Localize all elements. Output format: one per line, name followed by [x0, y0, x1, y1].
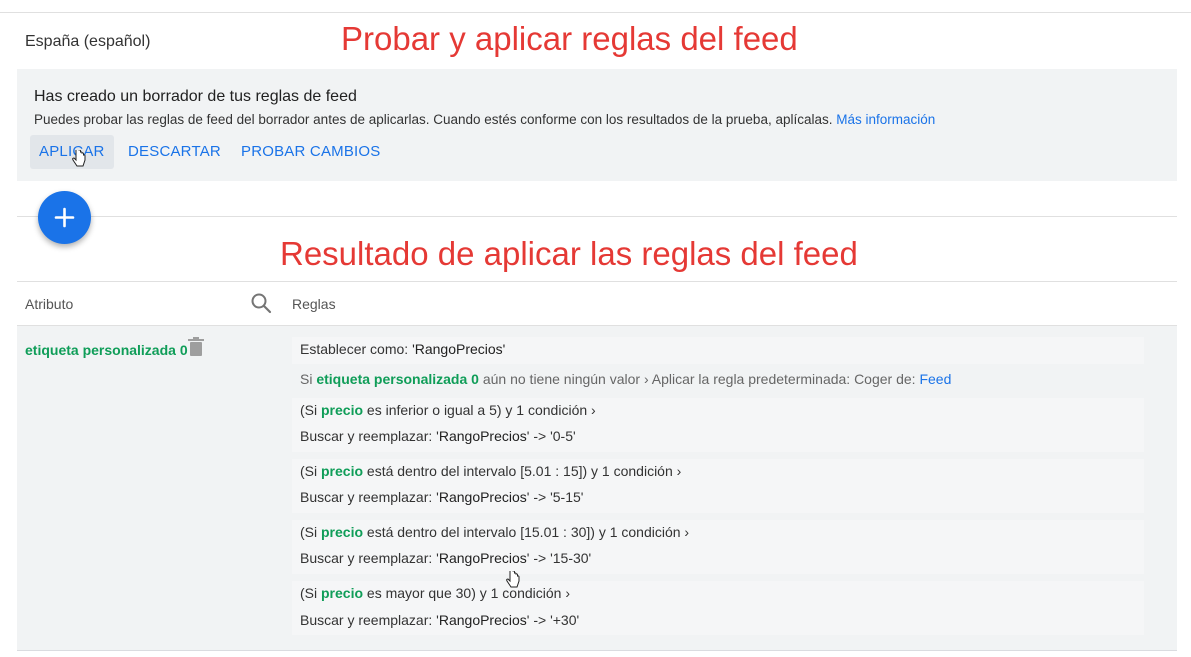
annotation-middle: Resultado de aplicar las reglas del feed: [280, 235, 858, 272]
action-replace: ' -> '15-30': [526, 550, 592, 566]
action-prefix: Buscar y reemplazar: ': [300, 489, 439, 505]
condition-text: está dentro del intervalo [5.01 : 15]) y…: [363, 463, 682, 479]
action-find: RangoPrecios: [438, 428, 527, 444]
banner-description-text: Puedes probar las reglas de feed del bor…: [34, 112, 833, 127]
rule-2-condition[interactable]: (Si precio está dentro del intervalo [5.…: [300, 463, 681, 479]
condition-field: precio: [321, 585, 364, 601]
condition-text: está dentro del intervalo [15.01 : 30]) …: [363, 524, 690, 540]
action-replace: ' -> '5-15': [526, 489, 584, 505]
default-rule-source-link[interactable]: Feed: [919, 371, 951, 387]
test-changes-button[interactable]: PROBAR CAMBIOS: [232, 135, 390, 169]
condition-open: (Si: [300, 585, 321, 601]
action-find: RangoPrecios: [438, 550, 527, 566]
table-bottom-divider: [17, 650, 1177, 651]
rule-1-condition[interactable]: (Si precio es inferior o igual a 5) y 1 …: [300, 402, 596, 418]
action-prefix: Buscar y reemplazar: ': [300, 612, 439, 628]
set-as-label: Establecer como:: [300, 341, 413, 357]
more-info-link[interactable]: Más información: [836, 112, 935, 127]
hand-cursor-icon: [72, 150, 86, 167]
rule-4-condition[interactable]: (Si precio es mayor que 30) y 1 condició…: [300, 585, 570, 601]
set-as-value: 'RangoPrecios': [412, 341, 506, 357]
banner-title: Has creado un borrador de tus reglas de …: [34, 88, 357, 105]
condition-field: precio: [321, 524, 364, 540]
column-header-attribute: Atributo: [25, 296, 74, 312]
condition-open: (Si: [300, 402, 321, 418]
rule-1-action[interactable]: Buscar y reemplazar: 'RangoPrecios' -> '…: [300, 428, 576, 444]
action-prefix: Buscar y reemplazar: ': [300, 550, 439, 566]
condition-text: es inferior o igual a 5) y 1 condición ›: [363, 402, 596, 418]
default-rule[interactable]: Si etiqueta personalizada 0 aún no tiene…: [300, 371, 951, 387]
annotation-top: Probar y aplicar reglas del feed: [341, 20, 798, 57]
default-rule-attribute: etiqueta personalizada 0: [316, 371, 479, 387]
rule-2-action[interactable]: Buscar y reemplazar: 'RangoPrecios' -> '…: [300, 489, 583, 505]
condition-field: precio: [321, 402, 364, 418]
action-replace: ' -> '0-5': [526, 428, 576, 444]
column-header-rules: Reglas: [292, 296, 336, 312]
condition-open: (Si: [300, 463, 321, 479]
discard-button[interactable]: DESCARTAR: [119, 135, 230, 169]
section-divider: [17, 216, 1177, 217]
action-find: RangoPrecios: [438, 612, 527, 628]
condition-field: precio: [321, 463, 364, 479]
condition-text: es mayor que 30) y 1 condición ›: [363, 585, 571, 601]
rule-3-condition[interactable]: (Si precio está dentro del intervalo [15…: [300, 524, 689, 540]
default-rule-text: aún no tiene ningún valor › Aplicar la r…: [478, 371, 920, 387]
condition-open: (Si: [300, 524, 321, 540]
rule-4-action[interactable]: Buscar y reemplazar: 'RangoPrecios' -> '…: [300, 612, 579, 628]
action-replace: ' -> '+30': [526, 612, 580, 628]
trash-icon[interactable]: [188, 337, 204, 357]
table-top-divider: [17, 281, 1177, 282]
draft-banner: Has creado un borrador de tus reglas de …: [17, 69, 1177, 181]
top-divider: [0, 12, 1191, 13]
rule-3-action[interactable]: Buscar y reemplazar: 'RangoPrecios' -> '…: [300, 550, 591, 566]
search-icon[interactable]: [250, 292, 272, 314]
default-rule-prefix: Si: [300, 371, 317, 387]
action-prefix: Buscar y reemplazar: ': [300, 428, 439, 444]
banner-description: Puedes probar las reglas de feed del bor…: [34, 112, 935, 127]
attribute-name[interactable]: etiqueta personalizada 0: [25, 342, 188, 358]
country-language: España (español): [25, 33, 151, 50]
set-as-rule[interactable]: Establecer como: 'RangoPrecios': [300, 341, 505, 357]
action-find: RangoPrecios: [438, 489, 527, 505]
add-icon: [54, 207, 75, 228]
add-rule-button[interactable]: [38, 191, 91, 244]
